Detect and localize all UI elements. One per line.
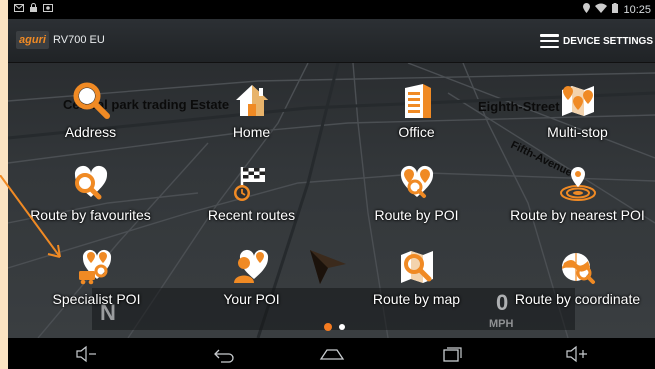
email-notification-icon xyxy=(14,3,24,15)
menu-specialist-poi-label: Specialist POI xyxy=(52,291,141,307)
your-poi-icon xyxy=(233,249,268,283)
menu-icon xyxy=(539,34,559,48)
device-screen: 10:25 aguri RV700 EU DEVICE SETTINGS Cen… xyxy=(8,0,655,369)
page-indicator xyxy=(324,323,345,331)
nearest-poi-icon xyxy=(559,167,596,201)
menu-multi-stop-label: Multi-stop xyxy=(547,124,608,140)
back-icon[interactable] xyxy=(211,344,237,364)
menu-office[interactable]: Office xyxy=(334,80,499,150)
office-building-icon xyxy=(404,84,431,118)
menu-home-label: Home xyxy=(232,124,271,140)
volume-up-icon[interactable] xyxy=(564,344,590,364)
menu-route-by-coordinate[interactable]: Route by coordinate xyxy=(495,247,655,317)
speed-unit: MPH xyxy=(489,318,514,330)
menu-your-poi-label: Your POI xyxy=(223,291,280,307)
menu-address-label: Address xyxy=(64,124,117,140)
status-bar: 10:25 xyxy=(8,0,655,19)
device-settings-button[interactable]: DEVICE SETTINGS xyxy=(539,31,653,51)
recent-apps-icon[interactable] xyxy=(439,344,465,364)
menu-office-label: Office xyxy=(398,124,435,140)
globe-coordinate-icon xyxy=(561,253,595,284)
page-dot[interactable] xyxy=(339,324,345,330)
menu-route-by-coordinate-label: Route by coordinate xyxy=(514,291,641,307)
menu-route-by-poi[interactable]: Route by POI xyxy=(334,163,499,233)
wifi-icon xyxy=(595,3,608,16)
menu-recent-routes[interactable]: Recent routes xyxy=(169,163,334,233)
device-model: RV700 EU xyxy=(53,34,105,46)
system-nav-bar xyxy=(8,338,655,369)
page-dot-active[interactable] xyxy=(324,323,332,331)
image-notification-icon xyxy=(43,3,53,15)
address-search-icon xyxy=(73,82,110,119)
menu-multi-stop[interactable]: Multi-stop xyxy=(495,80,655,150)
annotation-arrow-icon xyxy=(0,175,61,258)
menu-your-poi[interactable]: Your POI xyxy=(169,247,334,317)
menu-route-by-map[interactable]: Route by map xyxy=(334,247,499,317)
menu-route-by-poi-label: Route by POI xyxy=(374,207,459,223)
menu-route-by-map-label: Route by map xyxy=(372,291,461,307)
home-icon xyxy=(235,85,268,116)
specialist-poi-icon xyxy=(78,249,111,285)
battery-icon xyxy=(612,3,619,16)
home-nav-icon[interactable] xyxy=(319,344,345,364)
app-header: aguri RV700 EU DEVICE SETTINGS xyxy=(8,19,655,63)
volume-down-icon[interactable] xyxy=(74,344,100,364)
lock-notification-icon xyxy=(30,3,37,15)
recent-routes-flag-icon xyxy=(233,167,265,201)
menu-home[interactable]: Home xyxy=(169,80,334,150)
location-icon xyxy=(583,3,591,16)
menu-route-by-nearest-poi[interactable]: Route by nearest POI xyxy=(495,163,655,233)
menu-recent-routes-label: Recent routes xyxy=(207,207,296,223)
brand-logo: aguri xyxy=(16,31,49,49)
multi-stop-map-icon xyxy=(561,86,594,116)
poi-pins-icon xyxy=(400,165,433,198)
menu-route-by-nearest-poi-label: Route by nearest POI xyxy=(510,207,645,223)
device-settings-label: DEVICE SETTINGS xyxy=(562,35,653,47)
menu-address[interactable]: Address xyxy=(8,80,173,150)
status-clock: 10:25 xyxy=(623,3,651,16)
map-search-icon xyxy=(400,251,433,283)
